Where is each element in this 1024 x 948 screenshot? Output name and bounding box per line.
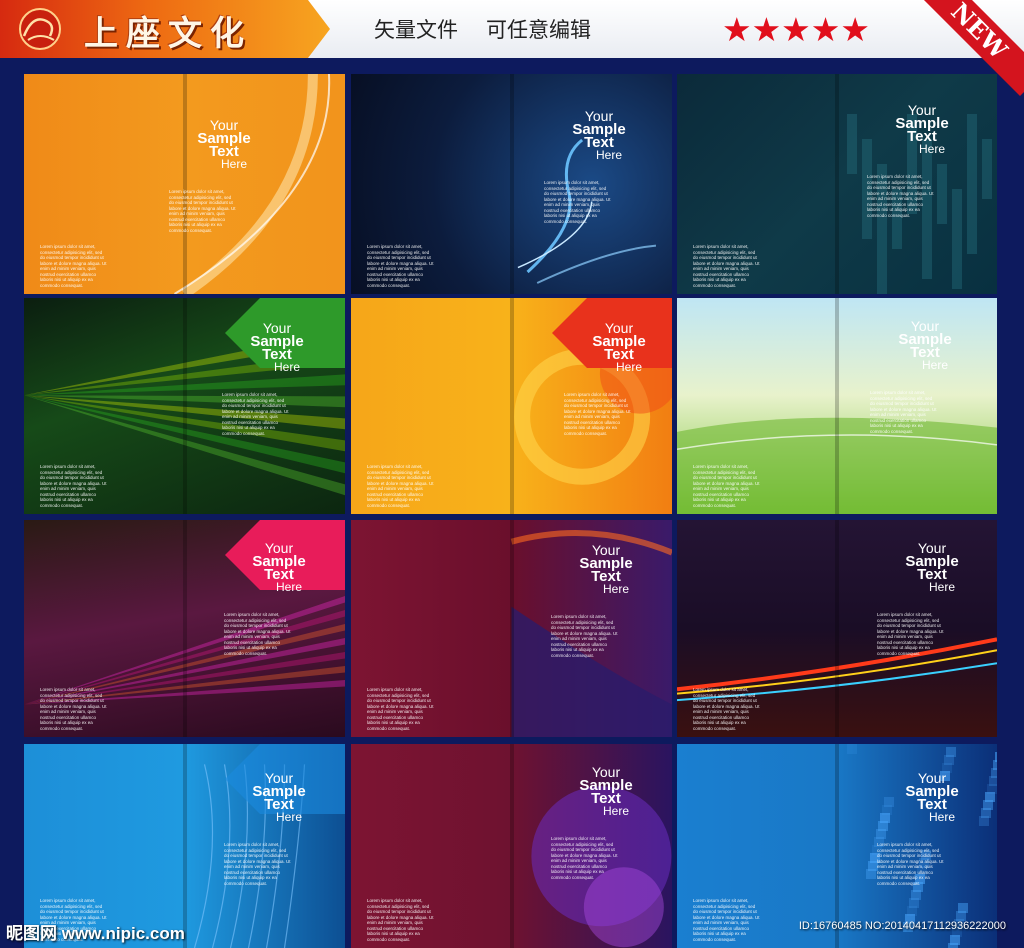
cover-body-text-front: Lorem ipsum dolor sit amet, consectetur …: [870, 390, 937, 434]
cover-body-text-back: Lorem ipsum dolor sit amet, consectetur …: [693, 464, 760, 508]
cover-spine: [510, 298, 514, 514]
cover-dark-blue-light-wave: Your Sample Text Here Lorem ipsum dolor …: [351, 74, 672, 294]
cover-body-text-front: Lorem ipsum dolor sit amet, consectetur …: [551, 614, 618, 658]
cover-title: Your Sample Text Here: [179, 118, 269, 171]
cover-title: Your Sample Text Here: [574, 321, 664, 374]
brand-name: 上座文化: [84, 14, 252, 54]
cover-green-rays: Your Sample Text Here Lorem ipsum dolor …: [24, 298, 345, 514]
cover-spine: [183, 520, 187, 737]
cover-body-text-front: Lorem ipsum dolor sit amet, consectetur …: [222, 392, 289, 436]
cover-body-text-back: Lorem ipsum dolor sit amet, consectetur …: [693, 244, 760, 288]
cover-title-here: Here: [615, 360, 642, 374]
brand-banner: 上座文化: [0, 0, 330, 58]
cover-body-text-front: Lorem ipsum dolor sit amet, consectetur …: [564, 392, 631, 436]
cover-title-here: Here: [921, 358, 948, 372]
tagline-editable: 可任意编辑: [486, 19, 591, 42]
cover-blue-floral: Your Sample Text Here Lorem ipsum dolor …: [24, 744, 345, 948]
cover-title: Your Sample Text Here: [554, 109, 644, 162]
cover-title: Your Sample Text Here: [234, 771, 324, 824]
cover-spine: [835, 298, 839, 514]
cover-body-text-front: Lorem ipsum dolor sit amet, consectetur …: [169, 189, 236, 233]
brand-logo-icon: [19, 8, 61, 50]
cover-body-text-back: Lorem ipsum dolor sit amet, consectetur …: [40, 244, 107, 288]
rating-stars-icon: ★★★★★: [722, 11, 870, 48]
cover-title: Your Sample Text Here: [232, 321, 322, 374]
cover-body-text-front: Lorem ipsum dolor sit amet, consectetur …: [224, 612, 291, 656]
cover-spine: [183, 744, 187, 948]
cover-teal-blocks: Your Sample Text Here Lorem ipsum dolor …: [677, 74, 997, 294]
cover-body-text-front: Lorem ipsum dolor sit amet, consectetur …: [551, 836, 618, 880]
cover-spine: [183, 74, 187, 294]
cover-body-text-back: Lorem ipsum dolor sit amet, consectetur …: [40, 464, 107, 508]
cover-title-here: Here: [602, 804, 629, 818]
cover-dark-rainbow-wave: Your Sample Text Here Lorem ipsum dolor …: [677, 520, 997, 737]
cover-title-here: Here: [928, 810, 955, 824]
cover-title-here: Here: [275, 810, 302, 824]
cover-spine: [510, 520, 514, 737]
cover-maroon-purple-glow: Your Sample Text Here Lorem ipsum dolor …: [351, 744, 672, 948]
cover-body-text-front: Lorem ipsum dolor sit amet, consectetur …: [544, 180, 611, 224]
cover-spine: [835, 74, 839, 294]
tagline-vector-file: 矢量文件: [374, 19, 458, 42]
cover-title: Your Sample Text Here: [880, 319, 970, 372]
cover-spine: [510, 74, 514, 294]
cover-blue-pixels: Your Sample Text Here Lorem ipsum dolor …: [677, 744, 997, 948]
cover-title-here: Here: [595, 148, 622, 162]
cover-title: Your Sample Text Here: [234, 541, 324, 594]
site-watermark: 昵图网 www.nipic.com: [6, 924, 185, 943]
cover-sky-green-waves: Your Sample Text Here Lorem ipsum dolor …: [677, 298, 997, 514]
image-id-label: ID:16760485 NO:20140417112936222000: [798, 920, 1006, 932]
cover-spine: [183, 298, 187, 514]
cover-magenta-rays: Your Sample Text Here Lorem ipsum dolor …: [24, 520, 345, 737]
cover-body-text-front: Lorem ipsum dolor sit amet, consectetur …: [867, 174, 934, 218]
cover-body-text-front: Lorem ipsum dolor sit amet, consectetur …: [224, 842, 291, 886]
cover-body-text-back: Lorem ipsum dolor sit amet, consectetur …: [40, 687, 107, 731]
cover-title: Your Sample Text Here: [561, 543, 651, 596]
brochure-cover-grid: Your Sample Text Here Lorem ipsum dolor …: [0, 58, 1024, 948]
cover-body-text-back: Lorem ipsum dolor sit amet, consectetur …: [367, 244, 434, 288]
cover-body-text-back: Lorem ipsum dolor sit amet, consectetur …: [693, 687, 760, 731]
cover-body-text-back: Lorem ipsum dolor sit amet, consectetur …: [367, 464, 434, 508]
cover-orange-swoosh: Your Sample Text Here Lorem ipsum dolor …: [24, 74, 345, 294]
cover-orange-circles: Your Sample Text Here Lorem ipsum dolor …: [351, 298, 672, 514]
cover-title: Your Sample Text Here: [877, 103, 967, 156]
header-banner: 上座文化 矢量文件 可任意编辑 ★★★★★ NEW: [0, 0, 1024, 97]
cover-spine: [510, 744, 514, 948]
cover-maroon-purple-curve: Your Sample Text Here Lorem ipsum dolor …: [351, 520, 672, 737]
cover-spine: [835, 744, 839, 948]
cover-title-here: Here: [273, 360, 300, 374]
cover-title-here: Here: [928, 580, 955, 594]
cover-body-text-back: Lorem ipsum dolor sit amet, consectetur …: [367, 898, 434, 942]
cover-body-text-back: Lorem ipsum dolor sit amet, consectetur …: [693, 898, 760, 942]
cover-body-text-back: Lorem ipsum dolor sit amet, consectetur …: [367, 687, 434, 731]
cover-spine: [835, 520, 839, 737]
cover-title: Your Sample Text Here: [887, 541, 977, 594]
cover-title-here: Here: [918, 142, 945, 156]
cover-title-here: Here: [220, 157, 247, 171]
cover-title: Your Sample Text Here: [561, 765, 651, 818]
cover-title-here: Here: [602, 582, 629, 596]
cover-body-text-front: Lorem ipsum dolor sit amet, consectetur …: [877, 842, 944, 886]
cover-title-here: Here: [275, 580, 302, 594]
cover-body-text-front: Lorem ipsum dolor sit amet, consectetur …: [877, 612, 944, 656]
cover-title: Your Sample Text Here: [887, 771, 977, 824]
